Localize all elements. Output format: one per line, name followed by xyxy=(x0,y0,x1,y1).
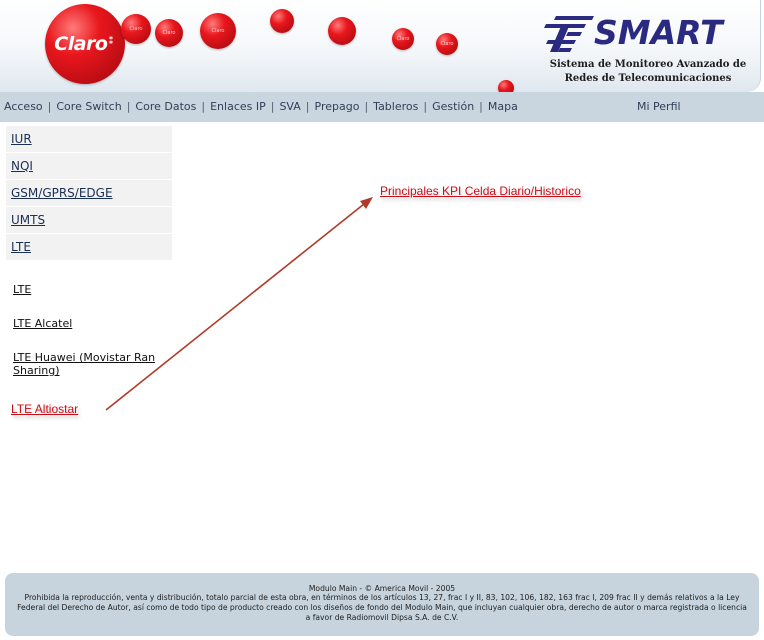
nav-item-gestion[interactable]: Gestión xyxy=(432,100,474,113)
decorative-ball: Claro xyxy=(392,28,414,50)
side-menu-item-iur: IUR xyxy=(6,126,172,152)
nav-item-sva[interactable]: SVA xyxy=(279,100,300,113)
sub-menu-link-lte[interactable]: LTE xyxy=(13,283,31,296)
side-menu-link-iur[interactable]: IUR xyxy=(11,132,32,146)
system-subtitle: Sistema de Monitoreo Avanzado de Redes d… xyxy=(549,59,747,84)
top-nav: Acceso | Core Switch | Core Datos | Enlaces IP… xyxy=(0,92,764,122)
nav-item-enlaces-ip[interactable]: Enlaces IP xyxy=(210,100,266,113)
side-menu-item-nqi: NQI xyxy=(6,153,172,179)
side-menu-link-nqi[interactable]: NQI xyxy=(11,159,33,173)
nav-items: Acceso | Core Switch | Core Datos | Enlaces IP… xyxy=(4,100,518,113)
nav-item-tableros[interactable]: Tableros xyxy=(373,100,418,113)
nav-item-prepago[interactable]: Prepago xyxy=(315,100,360,113)
side-menu-item-lte: LTE xyxy=(6,234,172,260)
arrow-head-icon xyxy=(360,197,373,209)
lte-altiostar-link[interactable]: LTE Altiostar xyxy=(11,402,78,416)
decorative-ball: Claro xyxy=(155,19,183,47)
header-banner: Claro ⁑ Claro Claro Claro Claro Claro SM… xyxy=(0,0,761,92)
decorative-ball: Claro xyxy=(121,14,151,44)
footer: Modulo Main - © America Movil - 2005 Pro… xyxy=(5,573,759,636)
side-menu: IUR NQI GSM/GPRS/EDGE UMTS LTE xyxy=(6,126,172,261)
nav-item-mi-perfil[interactable]: Mi Perfil xyxy=(637,100,681,113)
decorative-ball: Claro xyxy=(200,13,236,49)
footer-legal-text: Prohibida la reproducción, venta y distr… xyxy=(17,593,747,622)
decorative-ball xyxy=(270,9,294,33)
decorative-ball xyxy=(498,80,514,92)
side-menu-link-lte[interactable]: LTE xyxy=(11,240,31,254)
smart-logo: SMART xyxy=(542,12,742,56)
smart-logo-icon xyxy=(544,16,594,52)
side-menu-link-gsm[interactable]: GSM/GPRS/EDGE xyxy=(11,186,113,200)
claro-logo-text: Claro xyxy=(54,33,108,55)
side-menu-link-umts[interactable]: UMTS xyxy=(11,213,45,227)
nav-item-acceso[interactable]: Acceso xyxy=(4,100,43,113)
side-menu-item-gsm: GSM/GPRS/EDGE xyxy=(6,180,172,206)
decorative-ball xyxy=(328,17,356,45)
side-menu-item-umts: UMTS xyxy=(6,207,172,233)
nav-item-core-switch[interactable]: Core Switch xyxy=(56,100,121,113)
smart-logo-text: SMART xyxy=(594,13,723,52)
nav-item-mapa[interactable]: Mapa xyxy=(488,100,518,113)
decorative-ball: Claro xyxy=(436,33,458,55)
sub-menu-link-lte-alcatel[interactable]: LTE Alcatel xyxy=(13,317,72,330)
kpi-celda-link[interactable]: Principales KPI Celda Diario/Historico xyxy=(380,184,581,198)
nav-item-core-datos[interactable]: Core Datos xyxy=(135,100,196,113)
claro-logo: Claro ⁑ xyxy=(45,4,125,84)
sub-menu-link-lte-huawei[interactable]: LTE Huawei (Movistar Ran Sharing) xyxy=(13,351,163,377)
claro-rays-icon: ⁑ xyxy=(108,35,114,47)
